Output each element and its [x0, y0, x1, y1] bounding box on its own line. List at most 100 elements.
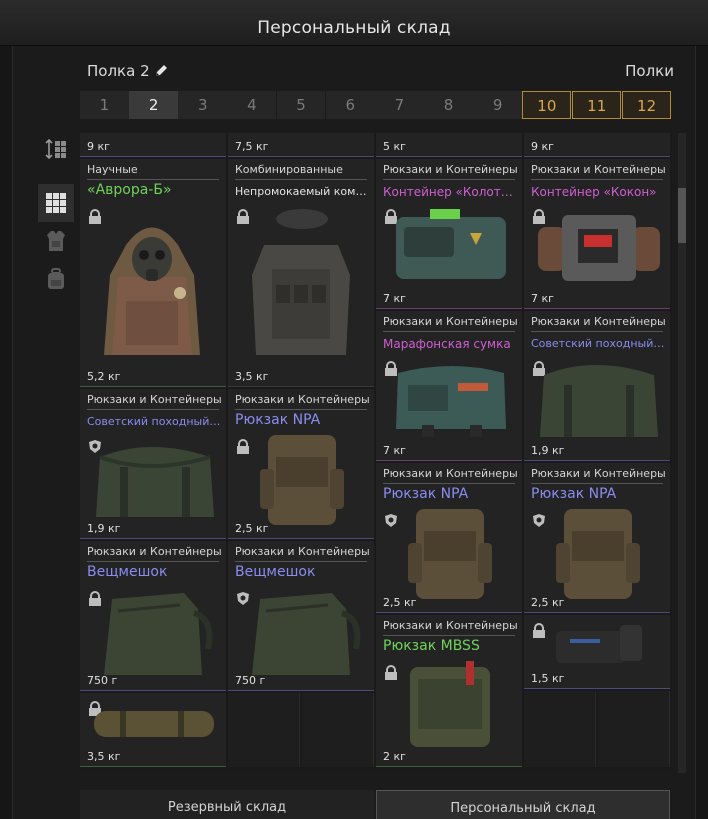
duffel-bag-image [104, 593, 213, 675]
shelf-tab-6[interactable]: 6 [325, 91, 375, 119]
waterproof-suit-image [252, 209, 350, 355]
item-slot[interactable]: Комбинированные Непромокаемый комбе... 3… [228, 159, 374, 387]
shelf-tab-1[interactable]: 1 [80, 91, 129, 119]
grid-view-button[interactable] [38, 184, 74, 222]
item-weight: 2,5 кг [235, 522, 269, 535]
shelf-tab-8[interactable]: 8 [424, 91, 473, 119]
category-divider [531, 179, 663, 180]
pouch-image [556, 625, 642, 663]
item-slot[interactable]: Рюкзаки и Контейнеры Советский походный … [80, 389, 226, 539]
item-slot[interactable]: Рюкзаки и Контейнеры Вещмешок 750 г [80, 541, 226, 691]
inventory-grid: 9 кг Научные «Аврора-Б» 5,2 кг Рюкзаки и… [80, 133, 672, 773]
category-divider [383, 331, 515, 332]
category-divider [383, 635, 515, 636]
item-name: Контейнер «Колотун» [383, 185, 519, 199]
item-weight: 9 кг [87, 140, 110, 153]
item-category: Рюкзаки и Контейнеры [87, 545, 222, 558]
item-weight: 2,5 кг [531, 596, 565, 609]
item-slot[interactable]: Рюкзаки и Контейнеры Контейнер «Колотун»… [376, 159, 522, 309]
category-divider [235, 179, 367, 180]
tab-reserve-storage[interactable]: Резервный склад [80, 790, 374, 819]
category-divider [87, 179, 219, 180]
shelf-tab-7[interactable]: 7 [374, 91, 424, 119]
container-kolotun-image [396, 209, 506, 279]
grid-scrollbar[interactable] [678, 133, 686, 773]
page-title: Персональный склад [257, 18, 451, 38]
item-weight: 7 кг [383, 444, 406, 457]
item-category: Рюкзаки и Контейнеры [383, 163, 518, 176]
backpack-filter-icon [48, 268, 64, 289]
item-weight: 3,5 кг [235, 370, 269, 383]
shelf-tab-11[interactable]: 11 [572, 91, 622, 119]
item-category: Рюкзаки и Контейнеры [531, 467, 666, 480]
edit-pencil-icon[interactable] [151, 61, 171, 81]
item-slot[interactable]: Рюкзаки и Контейнеры Марафонская сумка 7… [376, 311, 522, 461]
npa-backpack-image [408, 509, 492, 599]
shelf-tab-12[interactable]: 12 [622, 91, 672, 119]
mbss-backpack-image [410, 661, 490, 747]
scrollbar-thumb[interactable] [678, 188, 686, 243]
item-slot[interactable]: Рюкзаки и Контейнеры Вещмешок 750 г [228, 541, 374, 691]
item-slot[interactable]: 5 кг [376, 133, 522, 157]
item-slot[interactable]: Рюкзаки и Контейнеры Рюкзак NPA 2,5 кг [376, 463, 522, 613]
item-category: Рюкзаки и Контейнеры [235, 545, 370, 558]
category-divider [383, 483, 515, 484]
shelf-tab-4[interactable]: 4 [227, 91, 277, 119]
item-slot[interactable]: Рюкзаки и Контейнеры Рюкзак NPA 2,5 кг [524, 463, 670, 613]
item-slot[interactable]: 1,5 кг [524, 615, 670, 689]
empty-slot[interactable] [302, 693, 374, 767]
item-slot[interactable]: Рюкзаки и Контейнеры Рюкзак NPA 2,5 кг [228, 389, 374, 539]
filter-sidebar [38, 130, 74, 298]
item-category: Рюкзаки и Контейнеры [383, 619, 518, 632]
item-slot[interactable]: 3,5 кг [80, 693, 226, 767]
npa-backpack-image [260, 435, 344, 525]
item-weight: 5,2 кг [87, 370, 121, 383]
item-weight: 1,5 кг [531, 672, 565, 685]
category-divider [383, 179, 515, 180]
lock-icon [237, 439, 249, 454]
item-name: Вещмешок [87, 564, 168, 580]
item-name: Рюкзак NPA [235, 412, 321, 428]
item-slot[interactable]: 9 кг [80, 133, 226, 157]
item-category: Рюкзаки и Контейнеры [531, 315, 666, 328]
item-weight: 7,5 кг [235, 140, 269, 153]
item-name: Непромокаемый комбе... [235, 185, 371, 198]
shelf-tab-9[interactable]: 9 [473, 91, 523, 119]
empty-slot[interactable] [524, 691, 596, 767]
item-weight: 3,5 кг [87, 750, 121, 763]
shelf-tab-5[interactable]: 5 [276, 91, 326, 119]
duffel-bag-image [252, 593, 361, 675]
item-slot[interactable]: Научные «Аврора-Б» 5,2 кг [80, 159, 226, 387]
shelf-tab-2[interactable]: 2 [129, 91, 179, 119]
item-category: Научные [87, 163, 138, 176]
item-category: Рюкзаки и Контейнеры [87, 393, 222, 406]
marathon-bag-image [396, 366, 506, 437]
armor-filter-icon [47, 231, 65, 251]
shelf-tab-3[interactable]: 3 [178, 91, 228, 119]
category-divider [235, 409, 367, 410]
item-weight: 750 г [235, 674, 266, 687]
tab-personal-storage[interactable]: Персональный склад [376, 790, 670, 819]
shelves-button[interactable]: Полки [625, 62, 674, 80]
sort-icon [45, 138, 66, 160]
armor-filter-button[interactable] [38, 222, 74, 260]
empty-slot[interactable] [598, 691, 670, 767]
empty-slot[interactable] [228, 693, 300, 767]
item-slot[interactable]: 7,5 кг [228, 133, 374, 157]
sort-button[interactable] [38, 130, 74, 168]
item-weight: 9 кг [531, 140, 554, 153]
item-category: Рюкзаки и Контейнеры [383, 315, 518, 328]
window-header: Персональный склад [0, 0, 708, 46]
npa-backpack-image [556, 509, 640, 599]
item-slot[interactable]: Рюкзаки и Контейнеры Рюкзак MBSS 2 кг [376, 615, 522, 767]
item-slot[interactable]: Рюкзаки и Контейнеры Контейнер «Кокон» 7… [524, 159, 670, 309]
item-slot[interactable]: 9 кг [524, 133, 670, 157]
item-weight: 2 кг [383, 750, 406, 763]
soviet-backpack-image [96, 447, 214, 517]
item-slot[interactable]: Рюкзаки и Контейнеры Советский походный … [524, 311, 670, 461]
shelf-tab-10[interactable]: 10 [522, 91, 572, 119]
backpack-filter-button[interactable] [38, 260, 74, 298]
item-name: Рюкзак MBSS [383, 638, 480, 654]
item-weight: 7 кг [383, 292, 406, 305]
suit-aurora-b-image [104, 227, 200, 355]
